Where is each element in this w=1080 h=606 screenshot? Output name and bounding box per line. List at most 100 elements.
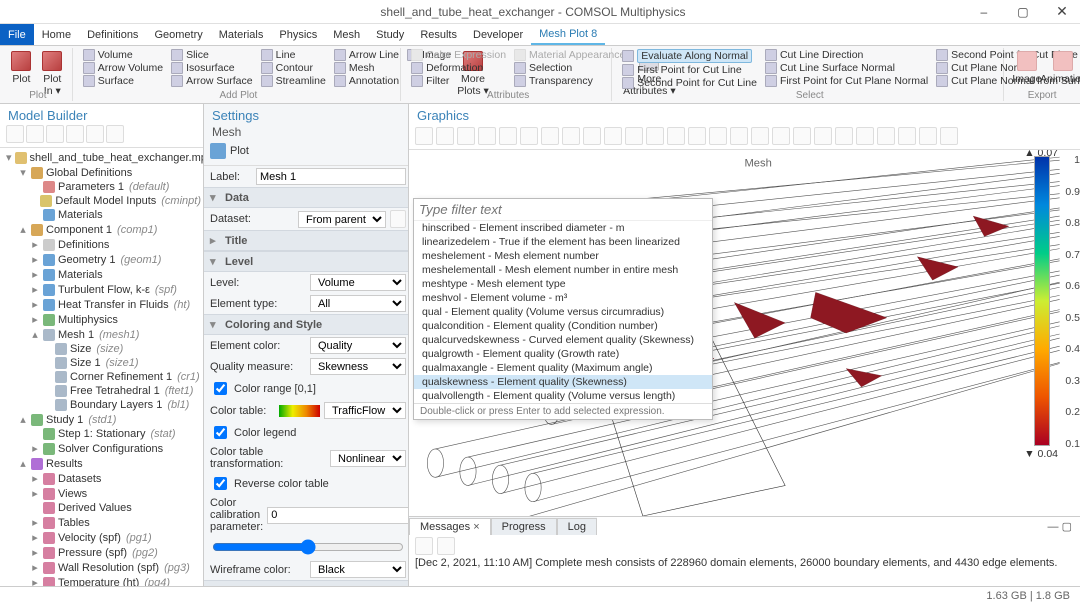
ribbon-item-annotation[interactable]: Annotation xyxy=(332,75,401,87)
close-button[interactable]: ✕ xyxy=(1044,3,1080,20)
ribbon-item-transparency[interactable]: Transparency xyxy=(512,75,627,87)
tree-node[interactable]: ▸Velocity (spf)(pg1) xyxy=(4,530,201,545)
menu-materials[interactable]: Materials xyxy=(211,24,272,45)
graphics-tool-1[interactable] xyxy=(436,127,454,145)
graphics-tool-9[interactable] xyxy=(604,127,622,145)
elcolor-select[interactable]: Quality xyxy=(310,337,406,354)
graphics-tool-2[interactable] xyxy=(457,127,475,145)
ribbon-item-streamline[interactable]: Streamline xyxy=(259,75,328,87)
tree-node[interactable]: ▸Multiphysics xyxy=(4,312,201,327)
tree-node[interactable]: Derived Values xyxy=(4,501,201,515)
dropdown-item[interactable]: qualmaxangle - Element quality (Maximum … xyxy=(414,361,712,375)
tree-node[interactable]: Size 1(size1) xyxy=(4,356,201,370)
expression-dropdown[interactable]: hinscribed - Element inscribed diameter … xyxy=(413,198,713,420)
section-level[interactable]: ▾Level xyxy=(204,251,408,272)
reverse-check[interactable] xyxy=(214,477,227,490)
ribbon-item-evaluate-along-normal[interactable]: Evaluate Along Normal xyxy=(620,49,759,63)
tree-node[interactable]: ▸Turbulent Flow, k-ε(spf) xyxy=(4,282,201,297)
graphics-tool-5[interactable] xyxy=(520,127,538,145)
ribbon-item-contour[interactable]: Contour xyxy=(259,62,328,74)
message-tab-messages[interactable]: Messages × xyxy=(409,518,491,535)
graphics-tool-23[interactable] xyxy=(898,127,916,145)
menu-home[interactable]: Home xyxy=(34,24,79,45)
mb-tool-5[interactable] xyxy=(86,125,104,143)
tree-node[interactable]: Free Tetrahedral 1(ftet1) xyxy=(4,384,201,398)
ribbon-item-first-point-for-cut-plane-normal[interactable]: First Point for Cut Plane Normal xyxy=(763,75,930,87)
graphics-tool-14[interactable] xyxy=(709,127,727,145)
ctable-select[interactable]: TrafficFlow xyxy=(324,402,406,419)
dropdown-item[interactable]: hinscribed - Element inscribed diameter … xyxy=(414,221,712,235)
qmeasure-select[interactable]: Skewness xyxy=(310,358,406,375)
menu-physics[interactable]: Physics xyxy=(271,24,325,45)
ribbon-item-line[interactable]: Line xyxy=(259,49,328,61)
graphics-tool-13[interactable] xyxy=(688,127,706,145)
graphics-tool-24[interactable] xyxy=(919,127,937,145)
section-title[interactable]: ▸Title xyxy=(204,230,408,251)
tree-node[interactable]: ▸Materials xyxy=(4,267,201,282)
dropdown-item[interactable]: qualcondition - Element quality (Conditi… xyxy=(414,319,712,333)
graphics-tool-0[interactable] xyxy=(415,127,433,145)
color-legend-check[interactable] xyxy=(214,426,227,439)
dropdown-item[interactable]: qualcurvedskewness - Curved element qual… xyxy=(414,333,712,347)
wire-select[interactable]: Black xyxy=(310,561,406,578)
graphics-tool-4[interactable] xyxy=(499,127,517,145)
level-select[interactable]: Volume xyxy=(310,274,406,291)
section-coloring[interactable]: ▾Coloring and Style xyxy=(204,314,408,335)
section-filter[interactable]: ▾Element Filter xyxy=(204,580,408,586)
graphics-tool-6[interactable] xyxy=(541,127,559,145)
tree-node[interactable]: ▸Wall Resolution (spf)(pg3) xyxy=(4,560,201,575)
msg-tool-2[interactable] xyxy=(437,537,455,555)
calib-slider[interactable] xyxy=(212,539,404,555)
tree-node[interactable]: ▴Mesh 1(mesh1) xyxy=(4,327,201,342)
mb-tool-2[interactable] xyxy=(26,125,44,143)
mb-tool-6[interactable] xyxy=(106,125,124,143)
plot-button[interactable]: Plot xyxy=(8,49,35,85)
ctrans-select[interactable]: Nonlinear xyxy=(330,450,406,467)
tree-node[interactable]: ▸Definitions xyxy=(4,237,201,252)
message-tab-progress[interactable]: Progress xyxy=(491,518,557,535)
ribbon-item-mesh[interactable]: Mesh xyxy=(332,62,401,74)
ribbon-item-arrow-surface[interactable]: Arrow Surface xyxy=(169,75,255,87)
menu-study[interactable]: Study xyxy=(368,24,412,45)
tree-node[interactable]: ▾Global Definitions xyxy=(4,165,201,180)
dropdown-filter-input[interactable] xyxy=(414,199,712,221)
menu-developer[interactable]: Developer xyxy=(465,24,531,45)
tree-node[interactable]: ▸Geometry 1(geom1) xyxy=(4,252,201,267)
graphics-tool-10[interactable] xyxy=(625,127,643,145)
tree-node[interactable]: ▸Views xyxy=(4,486,201,501)
dataset-select[interactable]: From parent xyxy=(298,211,386,228)
export-animation-button[interactable]: Animation xyxy=(1045,49,1080,85)
tree-node[interactable]: ▾shell_and_tube_heat_exchanger.mph xyxy=(4,150,201,165)
tree-node[interactable]: ▸Temperature (ht)(pg4) xyxy=(4,575,201,586)
msg-tool-1[interactable] xyxy=(415,537,433,555)
tree-node[interactable]: Default Model Inputs(cminpt) xyxy=(4,194,201,208)
eltype-select[interactable]: All xyxy=(310,295,406,312)
menu-geometry[interactable]: Geometry xyxy=(146,24,210,45)
tree-node[interactable]: ▸Heat Transfer in Fluids(ht) xyxy=(4,297,201,312)
tree-node[interactable]: Parameters 1(default) xyxy=(4,180,201,194)
dropdown-item[interactable]: meshtype - Mesh element type xyxy=(414,277,712,291)
model-tree[interactable]: ▾shell_and_tube_heat_exchanger.mph▾Globa… xyxy=(0,148,203,586)
graphics-tool-25[interactable] xyxy=(940,127,958,145)
ribbon-item-selection[interactable]: Selection xyxy=(512,62,627,74)
message-tab-log[interactable]: Log xyxy=(557,518,597,535)
tree-node[interactable]: ▴Component 1(comp1) xyxy=(4,222,201,237)
graphics-tool-21[interactable] xyxy=(856,127,874,145)
ribbon-item-filter[interactable]: Filter xyxy=(409,75,508,87)
menu-definitions[interactable]: Definitions xyxy=(79,24,146,45)
plot-icon[interactable] xyxy=(210,143,226,159)
mb-tool-4[interactable] xyxy=(66,125,84,143)
dropdown-item[interactable]: qual - Element quality (Volume versus ci… xyxy=(414,305,712,319)
tree-node[interactable]: Size(size) xyxy=(4,342,201,356)
tree-node[interactable]: ▴Study 1(std1) xyxy=(4,412,201,427)
color-range-check[interactable] xyxy=(214,382,227,395)
graphics-tool-18[interactable] xyxy=(793,127,811,145)
ribbon-item-cut-line-surface-normal[interactable]: Cut Line Surface Normal xyxy=(763,62,930,74)
graphics-tool-11[interactable] xyxy=(646,127,664,145)
ribbon-item-arrow-line[interactable]: Arrow Line xyxy=(332,49,401,61)
graphics-tool-19[interactable] xyxy=(814,127,832,145)
dropdown-item[interactable]: qualgrowth - Element quality (Growth rat… xyxy=(414,347,712,361)
graphics-tool-17[interactable] xyxy=(772,127,790,145)
tree-node[interactable]: ▸Datasets xyxy=(4,471,201,486)
tree-node[interactable]: ▸Pressure (spf)(pg2) xyxy=(4,545,201,560)
